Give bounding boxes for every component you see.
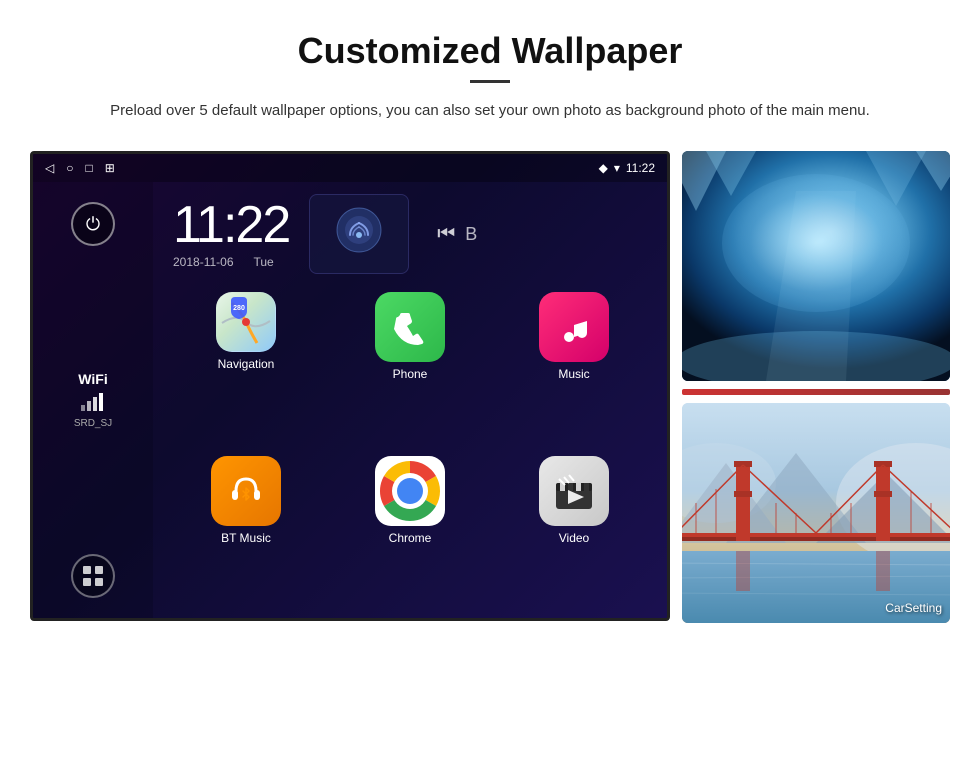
svg-text:280: 280 <box>233 305 245 312</box>
app-navigation[interactable]: 280 Navigation <box>169 292 323 446</box>
video-icon <box>539 456 609 526</box>
wallpaper-ice-cave[interactable] <box>682 151 950 381</box>
wifi-info: WiFi SRD_SJ <box>74 371 112 429</box>
chrome-label: Chrome <box>389 531 432 545</box>
app-phone[interactable]: Phone <box>333 292 487 446</box>
main-area: 11:22 2018-11-06 Tue <box>153 182 667 618</box>
apps-grid: 280 Navigation Phone <box>153 284 667 618</box>
bluetooth-label: B <box>465 224 477 245</box>
android-screen: ◁ ○ □ ⊞ ◆ ▾ 11:22 ⏻ WiFi <box>30 151 670 621</box>
screen-body: ⏻ WiFi SRD_SJ <box>33 182 667 618</box>
status-right-icons: ◆ ▾ 11:22 <box>599 161 655 175</box>
left-sidebar: ⏻ WiFi SRD_SJ <box>33 182 153 618</box>
media-widget <box>309 194 409 274</box>
screenshot-icon[interactable]: ⊞ <box>105 161 115 175</box>
carsetting-label: CarSetting <box>885 601 942 615</box>
status-left-icons: ◁ ○ □ ⊞ <box>45 161 115 175</box>
phone-icon <box>375 292 445 362</box>
bridge-scene-image: CarSetting <box>682 403 950 623</box>
power-button[interactable]: ⏻ <box>71 202 115 246</box>
main-content: ◁ ○ □ ⊞ ◆ ▾ 11:22 ⏻ WiFi <box>30 151 950 623</box>
status-bar: ◁ ○ □ ⊞ ◆ ▾ 11:22 <box>33 154 667 182</box>
home-icon[interactable]: ○ <box>66 161 73 175</box>
music-icon <box>539 292 609 362</box>
chrome-icon <box>375 456 445 526</box>
clock-area: 11:22 2018-11-06 Tue <box>153 182 667 284</box>
clock-date-value: 2018-11-06 <box>173 255 234 269</box>
btmusic-label: BT Music <box>221 531 271 545</box>
music-label: Music <box>558 367 589 381</box>
clock-block: 11:22 2018-11-06 Tue <box>173 199 289 269</box>
btmusic-icon <box>211 456 281 526</box>
wifi-ssid: SRD_SJ <box>74 418 112 429</box>
location-icon: ◆ <box>599 161 608 175</box>
page-title: Customized Wallpaper <box>298 30 683 72</box>
clock-day-value: Tue <box>254 255 274 269</box>
wallpaper-bridge[interactable]: CarSetting <box>682 403 950 623</box>
app-music[interactable]: Music <box>497 292 651 446</box>
page-description: Preload over 5 default wallpaper options… <box>110 99 870 123</box>
video-label: Video <box>559 531 589 545</box>
carsetting-strip <box>682 389 950 395</box>
phone-label: Phone <box>393 367 428 381</box>
title-divider <box>470 80 510 83</box>
recent-apps-icon[interactable]: □ <box>85 161 92 175</box>
wifi-bars-icon <box>74 391 112 414</box>
status-time: 11:22 <box>626 161 655 175</box>
app-btmusic[interactable]: BT Music <box>169 456 323 610</box>
navigation-icon: 280 <box>216 292 276 352</box>
media-artwork-icon <box>334 205 384 264</box>
wallpaper-previews: CarSetting <box>682 151 950 623</box>
wifi-signal-icon: ▾ <box>614 161 620 175</box>
ice-cave-image <box>682 151 950 381</box>
prev-track-button[interactable]: ⏮ <box>437 223 455 246</box>
clock-date: 2018-11-06 Tue <box>173 255 289 269</box>
app-video[interactable]: Video <box>497 456 651 610</box>
wifi-label: WiFi <box>74 371 112 387</box>
clock-time: 11:22 <box>173 199 289 251</box>
apps-drawer-button[interactable] <box>71 554 115 598</box>
back-icon[interactable]: ◁ <box>45 161 54 175</box>
media-controls: ⏮ B <box>437 223 477 246</box>
navigation-label: Navigation <box>218 357 275 371</box>
app-chrome[interactable]: Chrome <box>333 456 487 610</box>
